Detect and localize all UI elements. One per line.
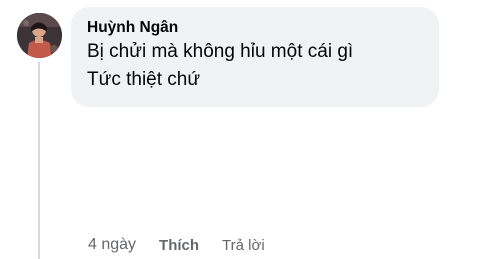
avatar[interactable]: [17, 13, 62, 58]
comment-bubble: Huỳnh Ngân Bị chửi mà không hỉu một cái …: [71, 7, 439, 107]
like-button[interactable]: Thích: [159, 237, 199, 254]
profile-photo-icon: [17, 13, 62, 58]
comment-author[interactable]: Huỳnh Ngân: [87, 18, 423, 38]
comment-timestamp[interactable]: 4 ngày: [88, 236, 136, 254]
reply-button[interactable]: Trả lời: [222, 237, 265, 254]
comment-text-line-2: Tức thiệt chứ: [87, 69, 201, 90]
thread-line: [38, 62, 40, 259]
comment-text-line-1: Bị chửi mà không hỉu một cái gì: [87, 41, 354, 62]
comment-actions: 4 ngày Thích Trả lời: [88, 233, 265, 257]
